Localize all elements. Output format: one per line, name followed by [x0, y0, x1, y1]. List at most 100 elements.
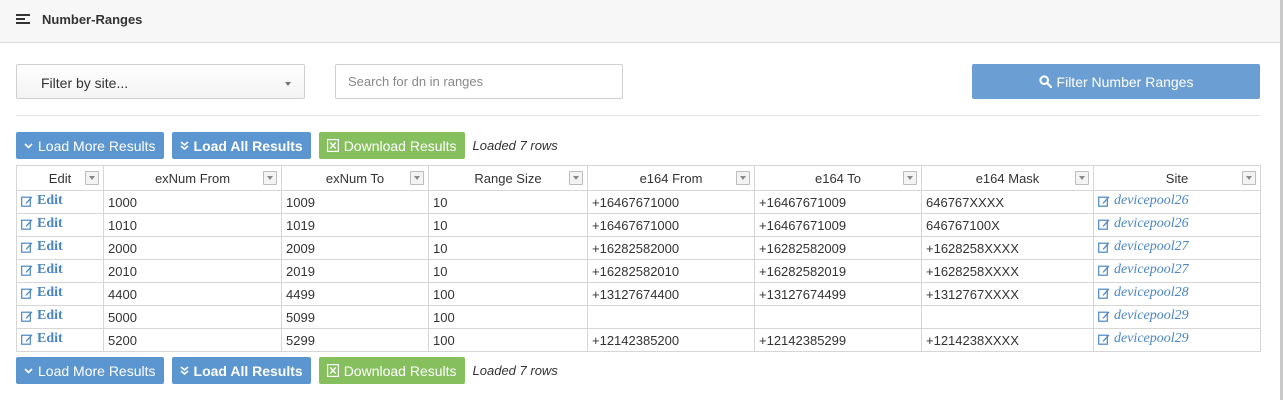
excel-file-icon	[326, 139, 339, 152]
site-link[interactable]: devicepool27	[1098, 262, 1189, 278]
table-row: Edit 2000 2009 10 +16282582000 +16282582009 +1…	[16, 236, 1261, 260]
site-label: devicepool27	[1114, 238, 1189, 254]
site-link[interactable]: devicepool26	[1098, 216, 1189, 232]
e164-to-cell: +13127674499	[754, 282, 922, 306]
e164-mask-cell: 646767100X	[921, 213, 1094, 237]
filter-number-ranges-button[interactable]: Filter Number Ranges	[972, 64, 1260, 99]
e164-mask-cell: +1628258XXXX	[921, 236, 1094, 260]
load-more-label: Load More Results	[38, 362, 156, 379]
table-header-row: Edit exNum From exNum To Range Size e164…	[16, 165, 1261, 191]
range-size-cell: 10	[428, 190, 588, 214]
edit-link[interactable]: Edit	[21, 331, 63, 347]
column-menu-icon[interactable]	[85, 171, 99, 185]
e164-to-cell: +16467671009	[754, 213, 922, 237]
site-label: devicepool27	[1114, 261, 1189, 277]
download-label: Download Results	[343, 137, 457, 154]
column-header-e164-from[interactable]: e164 From	[587, 165, 755, 191]
excel-file-icon	[326, 364, 339, 377]
column-menu-icon[interactable]	[1075, 171, 1089, 185]
column-header-exnum-to[interactable]: exNum To	[281, 165, 429, 191]
column-menu-icon[interactable]	[736, 171, 750, 185]
site-link[interactable]: devicepool29	[1098, 308, 1189, 324]
site-label: devicepool29	[1114, 307, 1189, 323]
edit-icon	[1098, 334, 1110, 345]
column-header-exnum-from[interactable]: exNum From	[103, 165, 282, 191]
load-more-button[interactable]: Load More Results	[16, 132, 164, 159]
site-label: devicepool29	[1114, 330, 1189, 346]
site-link[interactable]: devicepool29	[1098, 331, 1189, 347]
e164-mask-cell: +1628258XXXX	[921, 259, 1094, 283]
edit-link[interactable]: Edit	[21, 262, 63, 278]
e164-to-cell: +16467671009	[754, 190, 922, 214]
search-input[interactable]	[335, 64, 623, 99]
load-more-button[interactable]: Load More Results	[16, 357, 164, 384]
column-header-range-size[interactable]: Range Size	[428, 165, 588, 191]
column-menu-icon[interactable]	[1242, 171, 1256, 185]
results-actions-top: Load More Results Load All Results Downl…	[16, 132, 558, 159]
results-actions-bottom: Load More Results Load All Results Downl…	[16, 357, 558, 384]
load-all-label: Load All Results	[193, 362, 303, 379]
site-link[interactable]: devicepool27	[1098, 239, 1189, 255]
edit-icon	[21, 288, 33, 299]
edit-label: Edit	[37, 192, 63, 208]
edit-link[interactable]: Edit	[21, 216, 63, 232]
edit-icon	[21, 265, 33, 276]
e164-to-cell: +16282582009	[754, 236, 922, 260]
e164-to-cell	[754, 305, 922, 329]
site-cell: devicepool29	[1093, 305, 1261, 329]
exnum-from-cell: 5000	[103, 305, 282, 329]
edit-label: Edit	[37, 330, 63, 346]
edit-link[interactable]: Edit	[21, 285, 63, 301]
column-header-site[interactable]: Site	[1093, 165, 1261, 191]
e164-from-cell: +16282582000	[587, 236, 755, 260]
edit-icon	[1098, 311, 1110, 322]
site-cell: devicepool27	[1093, 259, 1261, 283]
site-label: devicepool26	[1114, 192, 1189, 208]
caret-down-icon	[285, 82, 291, 86]
site-filter-select[interactable]: Filter by site...	[16, 64, 305, 99]
column-menu-icon[interactable]	[410, 171, 424, 185]
page-title: Number-Ranges	[42, 12, 143, 27]
edit-cell: Edit	[16, 236, 104, 260]
edit-icon	[1098, 219, 1110, 230]
column-header-e164-to[interactable]: e164 To	[754, 165, 922, 191]
e164-mask-cell	[921, 305, 1094, 329]
edit-icon	[21, 334, 33, 345]
column-header-e164-mask[interactable]: e164 Mask	[921, 165, 1094, 191]
site-cell: devicepool29	[1093, 328, 1261, 352]
load-all-button[interactable]: Load All Results	[171, 132, 311, 159]
edit-cell: Edit	[16, 259, 104, 283]
load-all-button[interactable]: Load All Results	[171, 357, 311, 384]
range-size-cell: 10	[428, 236, 588, 260]
double-chevron-down-icon	[179, 366, 189, 375]
column-menu-icon[interactable]	[263, 171, 277, 185]
edit-label: Edit	[37, 215, 63, 231]
exnum-from-cell: 1010	[103, 213, 282, 237]
download-results-button[interactable]: Download Results	[318, 132, 465, 159]
edit-link[interactable]: Edit	[21, 308, 63, 324]
site-filter-value: Filter by site...	[41, 75, 129, 91]
chevron-down-icon	[24, 367, 33, 374]
e164-mask-cell: +1312767XXXX	[921, 282, 1094, 306]
download-results-button[interactable]: Download Results	[318, 357, 465, 384]
site-label: devicepool28	[1114, 284, 1189, 300]
exnum-to-cell: 1019	[281, 213, 429, 237]
column-header-edit[interactable]: Edit	[16, 165, 104, 191]
edit-link[interactable]: Edit	[21, 193, 63, 209]
site-link[interactable]: devicepool28	[1098, 285, 1189, 301]
column-menu-icon[interactable]	[569, 171, 583, 185]
site-link[interactable]: devicepool26	[1098, 193, 1189, 209]
e164-from-cell	[587, 305, 755, 329]
table-row: Edit 4400 4499 100 +13127674400 +13127674499 +…	[16, 282, 1261, 306]
table-row: Edit 5000 5099 100 devicepool29	[16, 305, 1261, 329]
e164-mask-cell: 646767XXXX	[921, 190, 1094, 214]
edit-cell: Edit	[16, 213, 104, 237]
edit-cell: Edit	[16, 190, 104, 214]
column-menu-icon[interactable]	[903, 171, 917, 185]
edit-link[interactable]: Edit	[21, 239, 63, 255]
divider	[16, 115, 1260, 116]
edit-label: Edit	[37, 307, 63, 323]
edit-icon	[21, 311, 33, 322]
edit-icon	[1098, 196, 1110, 207]
exnum-from-cell: 4400	[103, 282, 282, 306]
